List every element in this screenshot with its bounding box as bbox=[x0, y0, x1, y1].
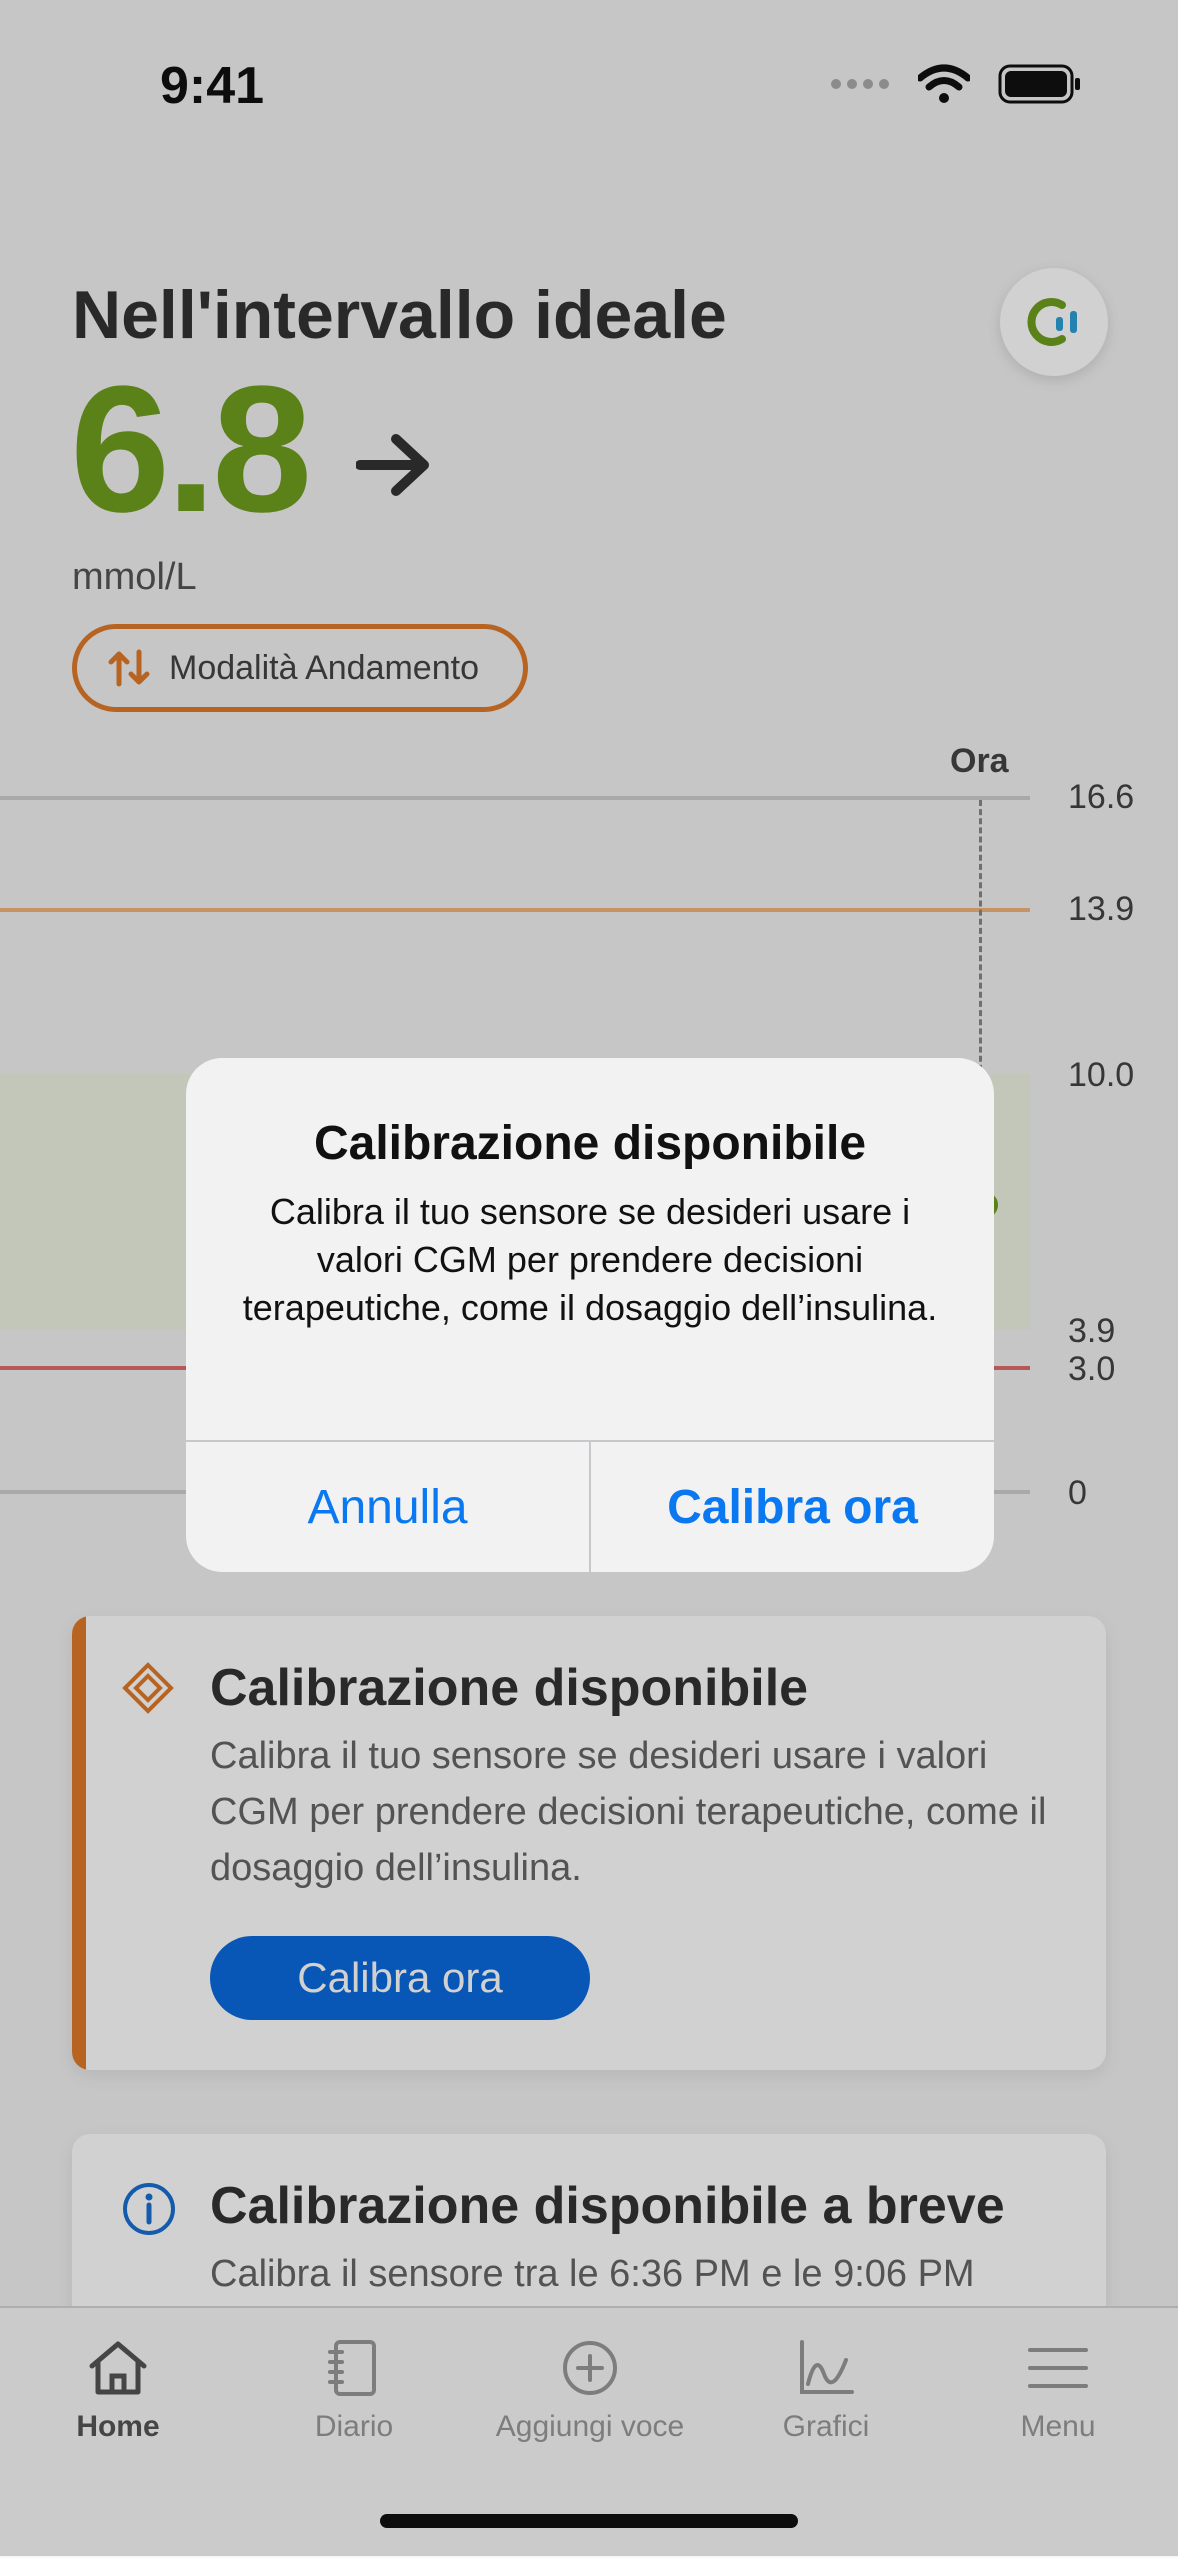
dialog-cancel-button[interactable]: Annulla bbox=[186, 1442, 589, 1572]
dialog-calibrate-button[interactable]: Calibra ora bbox=[591, 1442, 994, 1572]
dialog-message: Calibra il tuo sensore se desideri usare… bbox=[242, 1191, 938, 1328]
dialog-title: Calibrazione disponibile bbox=[313, 1117, 867, 1170]
calibration-alert-dialog: Calibrazione disponibile Calibra il tuo … bbox=[186, 1058, 994, 1572]
